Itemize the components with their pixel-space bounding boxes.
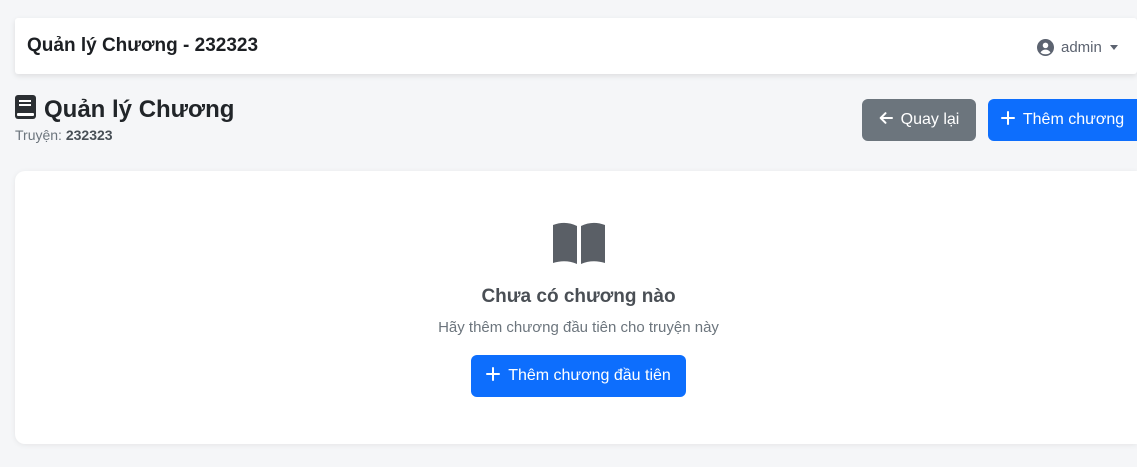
add-chapter-button[interactable]: Thêm chương [988, 99, 1137, 141]
chapters-card: Chưa có chương nào Hãy thêm chương đầu t… [15, 171, 1137, 444]
subtitle-label: Truyện: [15, 127, 62, 143]
open-book-icon [551, 221, 607, 270]
plus-icon [486, 366, 501, 386]
arrow-left-icon [879, 111, 893, 130]
add-chapter-label: Thêm chương [1022, 111, 1125, 128]
user-menu[interactable]: admin [1037, 37, 1118, 57]
user-name: admin [1061, 38, 1102, 56]
page-title-text: Quản lý Chương [44, 96, 235, 123]
plus-icon [1000, 110, 1015, 130]
page-title: Quản lý Chương [15, 94, 235, 126]
add-first-chapter-button[interactable]: Thêm chương đầu tiên [471, 355, 686, 397]
user-circle-icon [1037, 38, 1054, 56]
chevron-down-icon [1109, 44, 1118, 50]
back-button-label: Quay lại [900, 111, 960, 128]
empty-state-title: Chưa có chương nào [481, 286, 676, 307]
back-button[interactable]: Quay lại [862, 99, 976, 141]
navbar-title: Quản lý Chương - 232323 [27, 35, 259, 56]
story-subtitle: Truyện: 232323 [15, 127, 234, 143]
subtitle-value: 232323 [65, 127, 113, 143]
empty-state-description: Hãy thêm chương đầu tiên cho truyện này [438, 319, 719, 336]
add-first-chapter-label: Thêm chương đầu tiên [508, 367, 671, 384]
book-icon [15, 94, 36, 126]
page-header: Quản lý Chương Truyện: 232323 [15, 94, 235, 143]
top-navbar: Quản lý Chương - 232323 admin [15, 18, 1137, 74]
